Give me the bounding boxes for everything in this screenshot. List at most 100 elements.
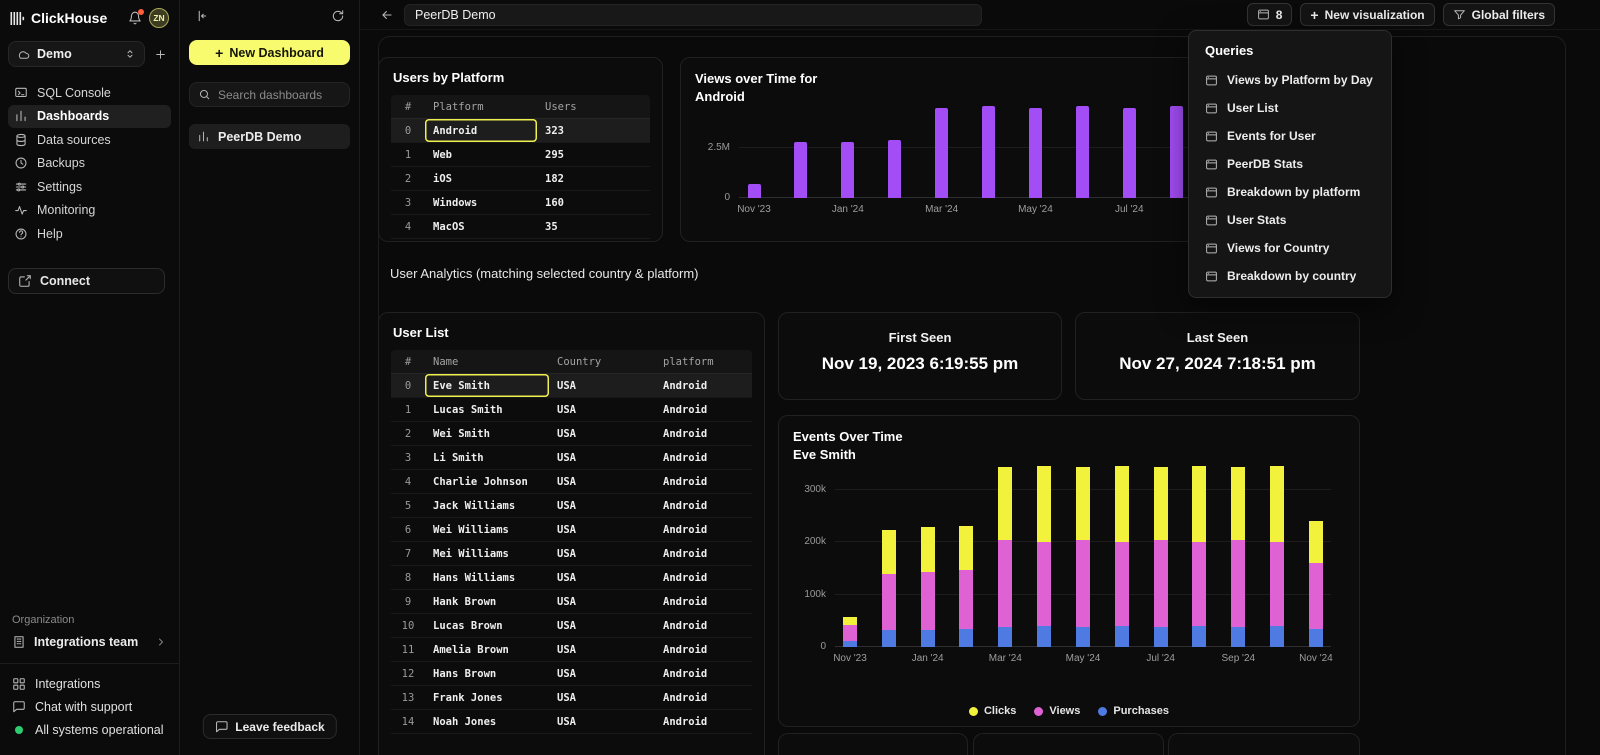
table-cell[interactable]: USA — [549, 566, 655, 589]
bar[interactable]: Jul '24 — [1122, 98, 1136, 198]
bar[interactable] — [888, 98, 902, 198]
sidebar-item-dashboards[interactable]: Dashboards — [8, 105, 171, 129]
table-cell[interactable]: Android — [655, 518, 751, 541]
queries-count-button[interactable]: 8 — [1247, 3, 1293, 26]
table-row[interactable]: 11Amelia BrownUSAAndroid — [391, 638, 752, 662]
bar[interactable]: Mar '24 — [935, 98, 949, 198]
table-cell[interactable]: Windows — [425, 191, 537, 214]
table-cell[interactable]: Mei Williams — [425, 542, 549, 565]
table-row[interactable]: 8Hans WilliamsUSAAndroid — [391, 566, 752, 590]
dashboard-search[interactable] — [189, 82, 350, 107]
table-cell[interactable]: Android — [655, 710, 751, 733]
table-cell[interactable]: 14 — [391, 710, 425, 733]
legend-item-views[interactable]: Views — [1034, 705, 1080, 717]
table-cell[interactable]: Li Smith — [425, 446, 549, 469]
bar[interactable]: Nov '23 — [747, 98, 761, 198]
table-cell[interactable]: 12 — [391, 662, 425, 685]
footer-item-chat-with-support[interactable]: Chat with support — [0, 695, 179, 718]
table-cell[interactable]: USA — [549, 494, 655, 517]
sidebar-item-settings[interactable]: Settings — [8, 175, 171, 199]
table-cell[interactable]: 160 — [537, 191, 637, 214]
bar[interactable] — [959, 437, 973, 647]
bar[interactable] — [882, 437, 896, 647]
service-selector[interactable]: Demo — [8, 41, 145, 67]
table-cell[interactable]: 3 — [391, 446, 425, 469]
bar[interactable]: Jul '24 — [1154, 437, 1168, 647]
table-cell[interactable]: Android — [655, 542, 751, 565]
query-item-peerdb-stats[interactable]: PeerDB Stats — [1189, 150, 1391, 178]
refresh-icon[interactable] — [331, 9, 345, 23]
table-row[interactable]: 0Eve SmithUSAAndroid — [391, 374, 752, 398]
table-cell[interactable]: Jack Williams — [425, 494, 549, 517]
table-row[interactable]: 13Frank JonesUSAAndroid — [391, 686, 752, 710]
dashboard-title-input[interactable] — [404, 4, 982, 26]
table-cell[interactable]: Android — [425, 119, 537, 142]
bar[interactable] — [1037, 437, 1051, 647]
footer-item-all-systems-operational[interactable]: All systems operational — [0, 718, 179, 741]
table-cell[interactable]: 0 — [391, 119, 425, 142]
table-row[interactable]: 3Windows160 — [391, 191, 650, 215]
bar[interactable]: Nov '24 — [1309, 437, 1323, 647]
table-cell[interactable]: Hans Williams — [425, 566, 549, 589]
table-row[interactable]: 2Wei SmithUSAAndroid — [391, 422, 752, 446]
table-cell[interactable]: Android — [655, 590, 751, 613]
legend-item-purchases[interactable]: Purchases — [1098, 705, 1169, 717]
table-cell[interactable]: USA — [549, 398, 655, 421]
sidebar-item-data-sources[interactable]: Data sources — [8, 128, 171, 152]
bar[interactable] — [794, 98, 808, 198]
table-row[interactable]: 14Noah JonesUSAAndroid — [391, 710, 752, 734]
table-cell[interactable]: USA — [549, 422, 655, 445]
table-cell[interactable]: 182 — [537, 167, 637, 190]
query-item-breakdown-by-country[interactable]: Breakdown by country — [1189, 262, 1391, 290]
bar[interactable]: Sep '24 — [1231, 437, 1245, 647]
table-row[interactable]: 12Hans BrownUSAAndroid — [391, 662, 752, 686]
table-cell[interactable]: USA — [549, 470, 655, 493]
avatar[interactable]: ZN — [149, 8, 169, 28]
query-item-user-stats[interactable]: User Stats — [1189, 206, 1391, 234]
table-row[interactable]: 5Jack WilliamsUSAAndroid — [391, 494, 752, 518]
bar[interactable]: Nov '23 — [843, 437, 857, 647]
table-row[interactable]: 4Charlie JohnsonUSAAndroid — [391, 470, 752, 494]
sidebar-item-backups[interactable]: Backups — [8, 152, 171, 176]
table-cell[interactable]: 295 — [537, 143, 637, 166]
table-cell[interactable]: Wei Williams — [425, 518, 549, 541]
bar[interactable] — [1270, 437, 1284, 647]
connect-button[interactable]: Connect — [8, 268, 165, 294]
bar[interactable]: Mar '24 — [998, 437, 1012, 647]
table-cell[interactable]: 8 — [391, 566, 425, 589]
table-cell[interactable]: USA — [549, 518, 655, 541]
collapse-panel-icon[interactable] — [194, 9, 208, 23]
table-cell[interactable]: USA — [549, 710, 655, 733]
table-cell[interactable]: MacOS — [425, 215, 537, 238]
query-item-events-for-user[interactable]: Events for User — [1189, 122, 1391, 150]
table-row[interactable]: 4MacOS35 — [391, 215, 650, 239]
new-dashboard-button[interactable]: + New Dashboard — [189, 40, 350, 65]
table-cell[interactable]: Eve Smith — [425, 374, 549, 397]
query-item-views-for-country[interactable]: Views for Country — [1189, 234, 1391, 262]
table-cell[interactable]: 11 — [391, 638, 425, 661]
table-cell[interactable]: USA — [549, 446, 655, 469]
sidebar-item-monitoring[interactable]: Monitoring — [8, 199, 171, 223]
table-row[interactable]: 1Lucas SmithUSAAndroid — [391, 398, 752, 422]
bar[interactable]: Jan '24 — [921, 437, 935, 647]
bar[interactable]: May '24 — [1076, 437, 1090, 647]
back-button[interactable] — [380, 8, 394, 22]
table-cell[interactable]: 6 — [391, 518, 425, 541]
query-item-breakdown-by-platform[interactable]: Breakdown by platform — [1189, 178, 1391, 206]
table-row[interactable]: 3Li SmithUSAAndroid — [391, 446, 752, 470]
table-cell[interactable]: Hank Brown — [425, 590, 549, 613]
table-cell[interactable]: USA — [549, 542, 655, 565]
table-cell[interactable]: Frank Jones — [425, 686, 549, 709]
table-cell[interactable]: 5 — [391, 494, 425, 517]
table-cell[interactable]: Android — [655, 446, 751, 469]
sidebar-item-sql-console[interactable]: SQL Console — [8, 81, 171, 105]
table-cell[interactable]: Hans Brown — [425, 662, 549, 685]
query-item-views-by-platform-by-day[interactable]: Views by Platform by Day — [1189, 66, 1391, 94]
table-cell[interactable]: 4 — [391, 470, 425, 493]
table-row[interactable]: 1Web295 — [391, 143, 650, 167]
dashboard-list-item[interactable]: PeerDB Demo — [189, 124, 350, 149]
legend-item-clicks[interactable]: Clicks — [969, 705, 1016, 717]
table-cell[interactable]: Android — [655, 470, 751, 493]
table-cell[interactable]: Wei Smith — [425, 422, 549, 445]
table-cell[interactable]: Android — [655, 662, 751, 685]
